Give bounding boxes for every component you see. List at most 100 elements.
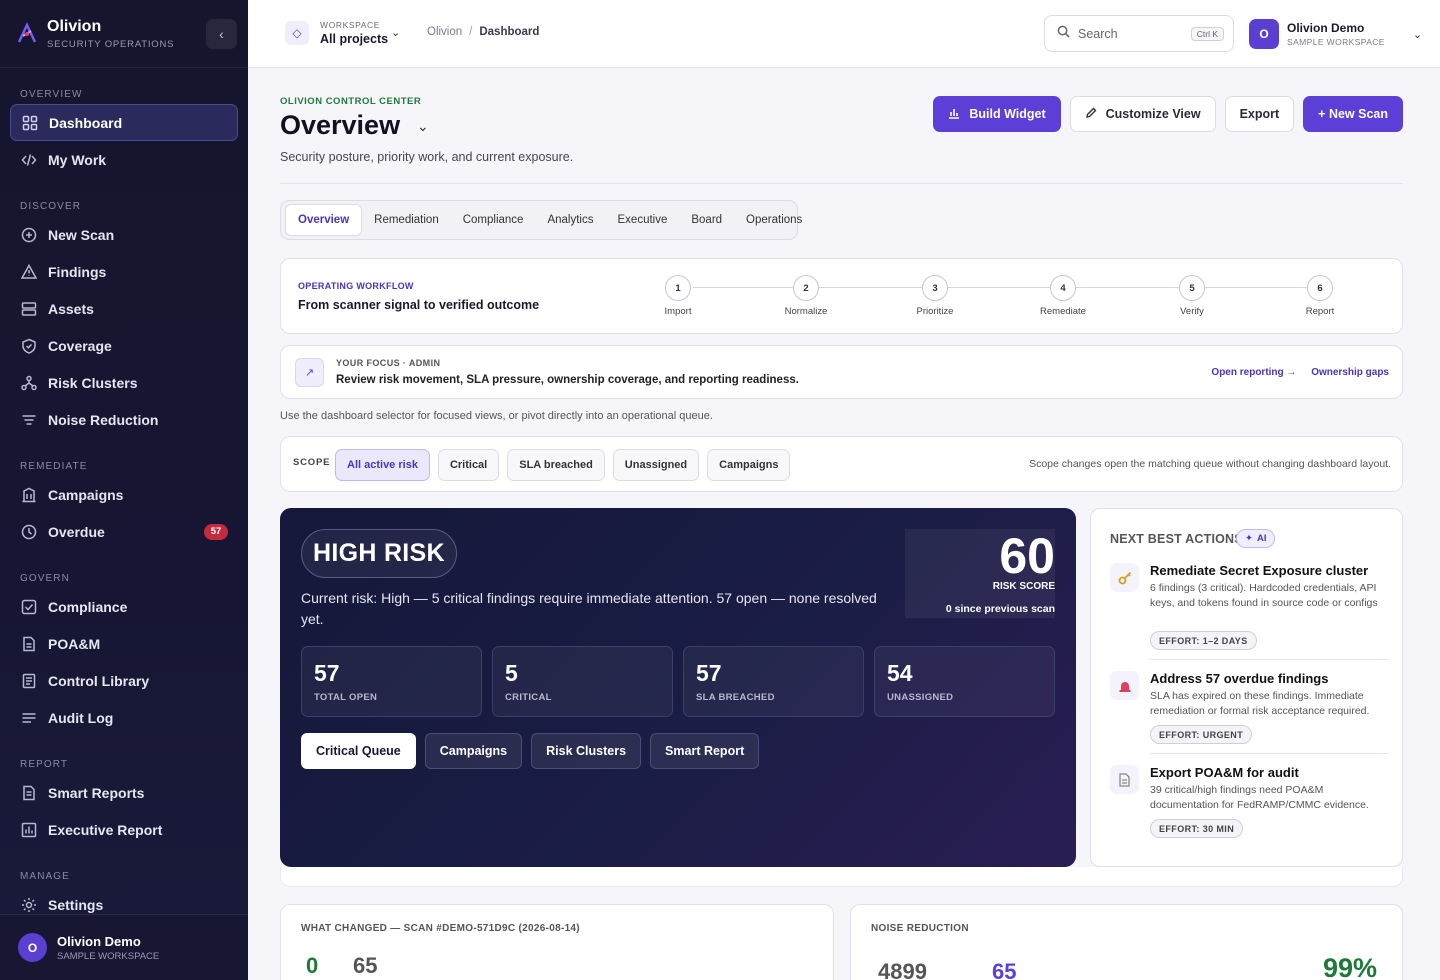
tab-board[interactable]: Board: [679, 204, 734, 236]
step-label: Prioritize: [916, 306, 954, 317]
campaigns-button[interactable]: Campaigns: [424, 733, 523, 769]
risk-stats: 57 TOTAL OPEN 5 CRITICAL 57 SLA BREACHED 54…: [301, 646, 1055, 717]
topbar: ◇ WORKSPACE All projects ⌄ Olivion / Dashb…: [248, 0, 1440, 68]
step-number: 1: [665, 275, 691, 301]
noise-percent: 99%: [1322, 953, 1377, 980]
action-description: 39 critical/high findings need POA&M doc…: [1150, 784, 1369, 811]
sidebar-item-risk-clusters[interactable]: Risk Clusters: [10, 364, 238, 401]
action-description: SLA has expired on these findings. Immed…: [1150, 690, 1370, 717]
workflow-step[interactable]: 6 Report: [1290, 275, 1350, 317]
bar-chart-icon: [20, 821, 38, 839]
scope-chip-all-active-risk[interactable]: All active risk: [335, 449, 430, 481]
sidebar-item-control-library[interactable]: Control Library: [10, 662, 238, 699]
sidebar-item-smart-reports[interactable]: Smart Reports: [10, 774, 238, 811]
brand-subtitle: SECURITY OPERATIONS: [47, 38, 175, 50]
page-title[interactable]: Overview: [280, 110, 400, 141]
panel-footer-strip: [280, 867, 1403, 887]
search-box[interactable]: Ctrl K: [1044, 15, 1234, 52]
workflow-step[interactable]: 5 Verify: [1162, 275, 1222, 317]
risk-clusters-button[interactable]: Risk Clusters: [531, 733, 642, 769]
tab-compliance[interactable]: Compliance: [451, 204, 536, 236]
tab-executive[interactable]: Executive: [606, 204, 680, 236]
scope-label: SCOPE: [293, 457, 331, 468]
workspace-selector[interactable]: All projects: [320, 32, 388, 46]
action-title: Export POA&M for audit: [1150, 765, 1299, 780]
warning-icon: [20, 263, 38, 281]
stat-critical[interactable]: 5 CRITICAL: [492, 646, 673, 717]
stat-label: UNASSIGNED: [887, 692, 954, 703]
smart-report-button[interactable]: Smart Report: [650, 733, 760, 769]
workflow-step[interactable]: 4 Remediate: [1033, 275, 1093, 317]
noise-reduction-card: NOISE REDUCTION 4899 65 99%: [850, 904, 1403, 980]
tab-analytics[interactable]: Analytics: [535, 204, 605, 236]
user-name: Olivion Demo: [1287, 21, 1365, 35]
sidebar-item-audit-log[interactable]: Audit Log: [10, 699, 238, 736]
ownership-gaps-link[interactable]: Ownership gaps: [1311, 367, 1389, 378]
scope-chip-critical[interactable]: Critical: [437, 449, 500, 481]
stat-sla-breached[interactable]: 57 SLA BREACHED: [683, 646, 864, 717]
new-scan-button[interactable]: + New Scan: [1303, 96, 1403, 132]
button-label: Customize View: [1105, 107, 1201, 121]
tab-remediation[interactable]: Remediation: [362, 204, 451, 236]
sidebar-item-label: Control Library: [48, 672, 150, 689]
sidebar-item-label: Findings: [48, 263, 107, 280]
brand-name: Olivion: [47, 17, 102, 35]
build-widget-button[interactable]: Build Widget: [933, 96, 1061, 132]
sidebar-item-executive-report[interactable]: Executive Report: [10, 811, 238, 848]
stat-total-open[interactable]: 57 TOTAL OPEN: [301, 646, 482, 717]
sidebar-item-label: Noise Reduction: [48, 411, 159, 428]
workspace-label: WORKSPACE: [320, 20, 381, 30]
stat-unassigned[interactable]: 54 UNASSIGNED: [874, 646, 1055, 717]
cluster-icon: [20, 374, 38, 392]
scope-chip-campaigns[interactable]: Campaigns: [707, 449, 791, 481]
sidebar-item-findings[interactable]: Findings: [10, 253, 238, 290]
sidebar-item-poam[interactable]: POA&M: [10, 625, 238, 662]
workflow-step[interactable]: 3 Prioritize: [905, 275, 965, 317]
nav-section-remediate: REMEDIATE: [20, 461, 88, 472]
sidebar-item-dashboard[interactable]: Dashboard: [10, 104, 238, 141]
sidebar-item-label: Compliance: [48, 598, 128, 615]
chevron-left-icon: ‹: [219, 26, 224, 42]
scope-chip-unassigned[interactable]: Unassigned: [612, 449, 700, 481]
nav-section-overview: OVERVIEW: [20, 89, 83, 100]
stat-value: 5: [505, 660, 518, 686]
chevron-down-icon[interactable]: ⌄: [417, 118, 429, 135]
sidebar-item-campaigns[interactable]: Campaigns: [10, 476, 238, 513]
open-reporting-link[interactable]: Open reporting →: [1211, 367, 1296, 378]
tab-operations[interactable]: Operations: [734, 204, 814, 236]
collapse-sidebar-button[interactable]: ‹: [206, 19, 237, 49]
sidebar-item-coverage[interactable]: Coverage: [10, 327, 238, 364]
sidebar-item-overdue[interactable]: Overdue 57: [10, 513, 238, 550]
step-number: 2: [793, 275, 819, 301]
risk-panel: HIGH RISK Current risk: High — 5 critica…: [280, 508, 1076, 867]
step-number: 3: [922, 275, 948, 301]
sidebar-user[interactable]: O Olivion Demo SAMPLE WORKSPACE: [0, 914, 248, 980]
bar-chart-icon: [948, 107, 960, 122]
sidebar-item-assets[interactable]: Assets: [10, 290, 238, 327]
sidebar-item-noise-reduction[interactable]: Noise Reduction: [10, 401, 238, 438]
sidebar-item-label: Dashboard: [49, 114, 123, 131]
sidebar-item-my-work[interactable]: My Work: [10, 141, 238, 178]
critical-queue-button[interactable]: Critical Queue: [301, 733, 416, 769]
user-menu[interactable]: O Olivion Demo SAMPLE WORKSPACE ⌄: [1249, 19, 1422, 49]
risk-score: 60 RISK SCORE 0 since previous scan: [905, 529, 1055, 618]
sidebar-item-compliance[interactable]: Compliance: [10, 588, 238, 625]
scope-chip-sla-breached[interactable]: SLA breached: [507, 449, 605, 481]
code-icon: [20, 151, 38, 169]
effort-badge: EFFORT: 1–2 DAYS: [1150, 631, 1257, 650]
workflow-step[interactable]: 2 Normalize: [776, 275, 836, 317]
chevron-down-icon[interactable]: ⌄: [391, 26, 400, 39]
customize-view-button[interactable]: Customize View: [1069, 96, 1216, 132]
document-icon: [1110, 765, 1139, 794]
breadcrumb-root[interactable]: Olivion: [427, 26, 462, 38]
noise-reduction-title: NOISE REDUCTION: [871, 923, 969, 934]
focus-links: Open reporting → Ownership gaps: [1199, 367, 1389, 378]
export-button[interactable]: Export: [1224, 96, 1295, 132]
tab-overview[interactable]: Overview: [285, 204, 363, 236]
workflow-title: From scanner signal to verified outcome: [298, 298, 540, 312]
sidebar-item-new-scan[interactable]: New Scan: [10, 216, 238, 253]
user-workspace: SAMPLE WORKSPACE: [1287, 37, 1385, 47]
workflow-step[interactable]: 1 Import: [648, 275, 708, 317]
search-input[interactable]: [1078, 26, 1178, 41]
next-best-actions-card: NEXT BEST ACTIONS ✦ AI Remediate Secret E…: [1090, 508, 1403, 867]
